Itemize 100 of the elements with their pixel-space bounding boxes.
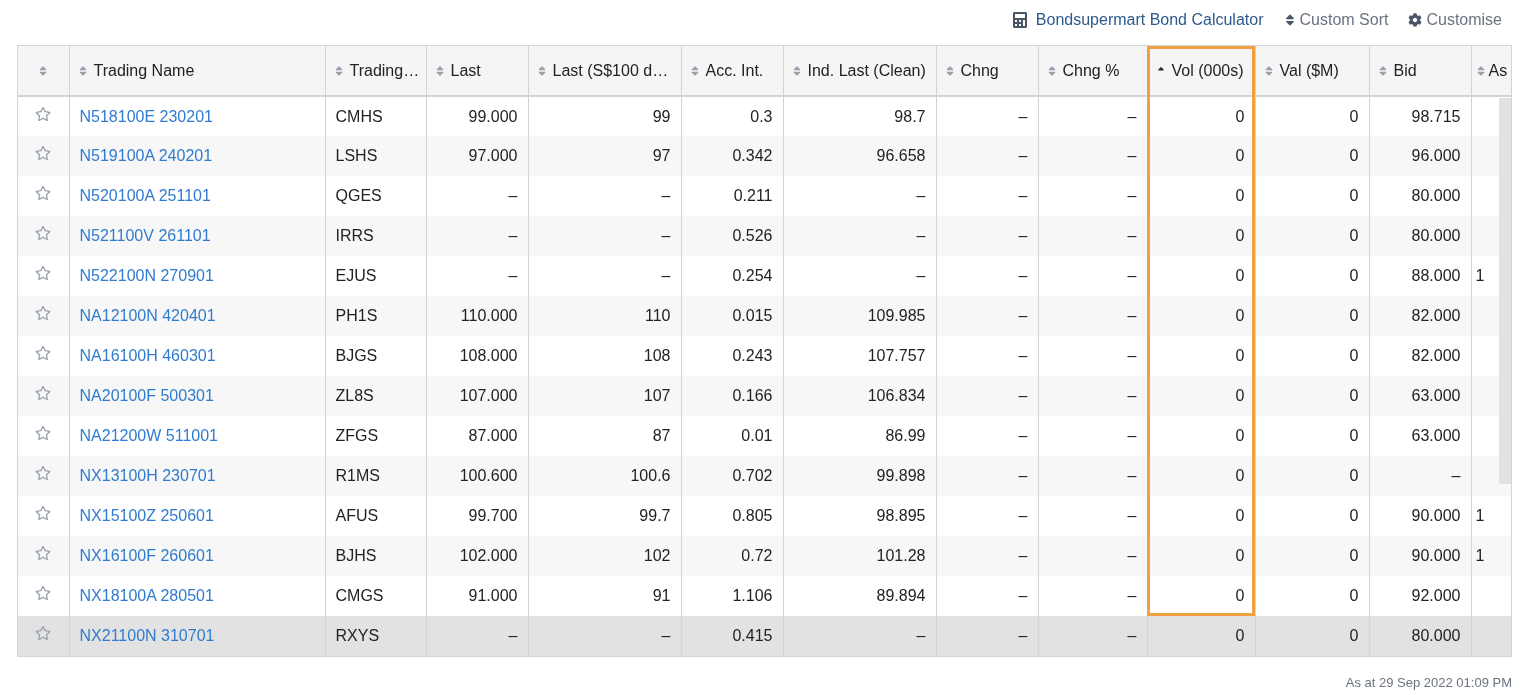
- table-cell: 99.000: [468, 107, 518, 125]
- column-header[interactable]: Val ($M): [1255, 46, 1369, 96]
- table-cell: 107.757: [867, 347, 926, 364]
- favorite-star-icon[interactable]: [35, 105, 52, 122]
- column-header[interactable]: Acc. Int.: [681, 46, 783, 96]
- table-cell: 87: [652, 427, 671, 444]
- table-cell: –: [508, 227, 518, 244]
- table-cell: –: [1127, 227, 1137, 244]
- table-cell: 0.526: [732, 227, 773, 244]
- table-cell: –: [661, 227, 671, 244]
- table-cell: –: [661, 267, 671, 284]
- bond-name-link[interactable]: N521100V 261101: [79, 227, 211, 244]
- table-cell: –: [1127, 627, 1137, 644]
- table-cell: –: [916, 227, 926, 244]
- column-header[interactable]: Last (S$100 d…: [528, 46, 681, 96]
- column-header[interactable]: Vol (000s): [1147, 46, 1255, 96]
- table-cell: 80.000: [1411, 627, 1461, 644]
- column-header[interactable]: Trading…: [325, 46, 426, 96]
- table-cell: –: [661, 627, 671, 644]
- table-cell: 0: [1235, 227, 1245, 244]
- favorite-star-icon[interactable]: [35, 265, 52, 281]
- calculator-link[interactable]: Bondsupermart Bond Calculator: [1011, 8, 1264, 32]
- column-header[interactable]: Trading Name: [69, 46, 325, 96]
- table-cell: 0: [1349, 187, 1359, 204]
- table-cell: 106.834: [867, 387, 926, 404]
- favorite-star-icon[interactable]: [35, 505, 52, 521]
- table-cell: –: [916, 187, 926, 204]
- table-cell: ZFGS: [335, 427, 379, 444]
- table-cell: –: [1127, 507, 1137, 524]
- table-cell: 0.254: [732, 267, 773, 284]
- column-header[interactable]: Chng: [936, 46, 1038, 96]
- column-header[interactable]: Chng %: [1038, 46, 1147, 96]
- table-cell: 1: [1475, 267, 1485, 284]
- favorite-star-icon[interactable]: [35, 225, 52, 241]
- favorite-star-icon[interactable]: [35, 425, 52, 441]
- table-cell: 0.211: [733, 187, 773, 204]
- calculator-icon: [1011, 12, 1028, 28]
- favorite-star-icon[interactable]: [35, 465, 52, 481]
- table-cell: 99: [652, 107, 671, 125]
- table-cell: 90.000: [1411, 547, 1461, 564]
- table-cell: 98.715: [1411, 107, 1461, 125]
- favorite-star-icon[interactable]: [35, 625, 52, 641]
- table-cell: 0: [1235, 347, 1245, 364]
- table-cell: –: [1127, 387, 1137, 404]
- table-cell: 107.000: [459, 387, 518, 404]
- favorite-star-icon[interactable]: [35, 385, 52, 401]
- table-cell: 0: [1349, 387, 1359, 404]
- table-cell: 0: [1349, 147, 1359, 164]
- favorite-star-icon[interactable]: [35, 545, 52, 561]
- bond-name-link[interactable]: NX16100F 260601: [79, 547, 214, 564]
- table-cell: AFUS: [335, 507, 379, 524]
- table-cell: 0: [1349, 347, 1359, 364]
- table-cell: 97: [652, 147, 671, 164]
- table-cell: –: [508, 187, 518, 204]
- column-header[interactable]: Bid: [1369, 46, 1471, 96]
- bond-name-link[interactable]: NA16100H 460301: [79, 347, 216, 364]
- bond-name-link[interactable]: N520100A 251101: [79, 187, 211, 204]
- table-cell: 80.000: [1411, 187, 1461, 204]
- table-cell: 63.000: [1411, 387, 1461, 404]
- favorite-star-icon[interactable]: [35, 185, 52, 201]
- table-cell: 89.894: [876, 587, 926, 604]
- favorite-star-icon[interactable]: [35, 585, 52, 601]
- bond-name-link[interactable]: NX15100Z 250601: [79, 507, 214, 524]
- bond-name-link[interactable]: NA21200W 511001: [79, 427, 218, 444]
- table-cell: 0.01: [741, 427, 773, 444]
- table-cell: 99.7: [639, 507, 671, 524]
- table-cell: 1: [1475, 507, 1485, 524]
- table-cell: 110: [645, 307, 671, 324]
- bond-name-link[interactable]: NA12100N 420401: [79, 307, 216, 324]
- table-cell: 0: [1349, 587, 1359, 604]
- table-cell: 0: [1349, 227, 1359, 244]
- bond-name-link[interactable]: NA20100F 500301: [79, 387, 214, 404]
- scrollbar-thumb[interactable]: [1499, 98, 1511, 484]
- table-cell: 1.106: [732, 587, 773, 604]
- bond-name-link[interactable]: NX13100H 230701: [79, 467, 216, 484]
- bond-name-link[interactable]: NX21100N 310701: [79, 627, 215, 644]
- bond-name-link[interactable]: N518100E 230201: [79, 107, 213, 125]
- column-header[interactable]: Last: [426, 46, 528, 96]
- table-cell: 108: [643, 347, 671, 364]
- bond-name-link[interactable]: N522100N 270901: [79, 267, 214, 284]
- table-cell: –: [1018, 347, 1028, 364]
- favorite-star-icon[interactable]: [35, 345, 52, 361]
- table-cell: 90.000: [1411, 507, 1461, 524]
- table-cell: 100.6: [630, 467, 671, 484]
- custom-sort-button[interactable]: Custom Sort: [1283, 8, 1389, 32]
- table-cell: –: [1018, 387, 1028, 404]
- bond-name-link[interactable]: NX18100A 280501: [79, 587, 214, 604]
- favorite-star-icon[interactable]: [35, 305, 52, 321]
- table-cell: 1: [1475, 547, 1485, 564]
- table-cell: 0: [1349, 627, 1359, 644]
- column-header[interactable]: Ind. Last (Clean): [783, 46, 936, 96]
- column-header[interactable]: As: [1471, 46, 1511, 96]
- customise-button[interactable]: Customise: [1408, 8, 1502, 32]
- favorite-star-icon[interactable]: [35, 145, 52, 161]
- table-cell: 91: [652, 587, 671, 604]
- table-cell: BJHS: [335, 547, 377, 564]
- table-cell: 0: [1235, 587, 1245, 604]
- bond-name-link[interactable]: N519100A 240201: [79, 147, 213, 164]
- table-cell: 0: [1349, 427, 1359, 444]
- table-cell: IRRS: [335, 227, 374, 244]
